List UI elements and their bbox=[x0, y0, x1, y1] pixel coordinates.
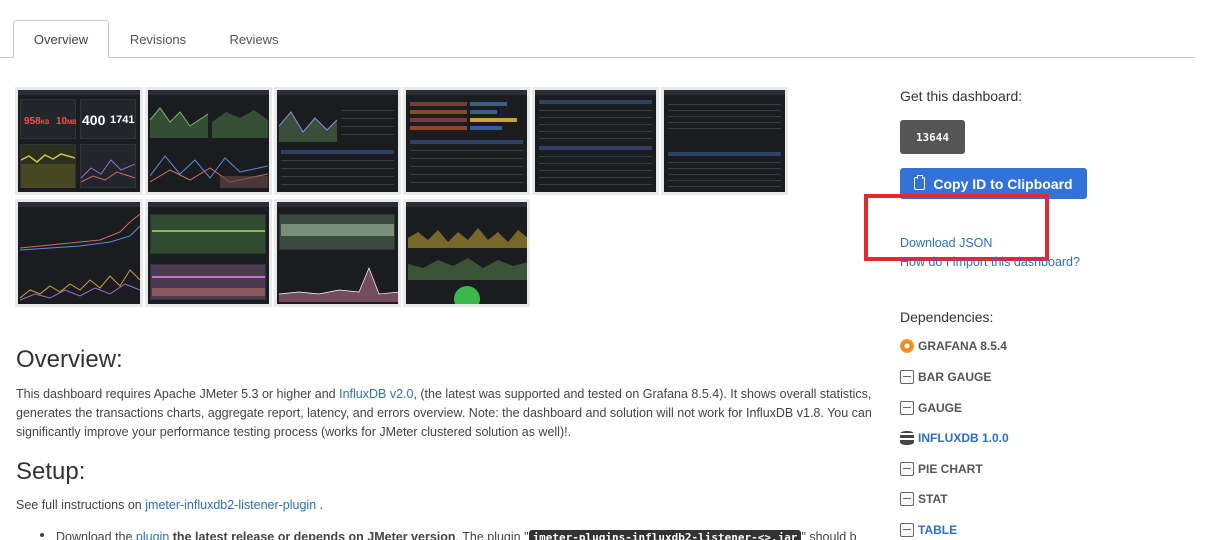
setup-text: . bbox=[316, 498, 324, 512]
setup-step-text: Download the bbox=[56, 530, 136, 540]
tab-reviews[interactable]: Reviews bbox=[210, 20, 298, 58]
chart-preview bbox=[212, 110, 268, 138]
plugin-link[interactable]: plugin bbox=[136, 530, 169, 540]
screenshot-thumbnail-6[interactable] bbox=[661, 87, 788, 195]
screenshot-thumbnail-5[interactable] bbox=[532, 87, 659, 195]
dependency-label: STAT bbox=[918, 492, 948, 506]
dependency-label: GAUGE bbox=[918, 401, 963, 415]
dependency-influxdb[interactable]: INFLUXDB 1.0.0 bbox=[900, 430, 1009, 446]
setup-step-text: . The plugin " bbox=[455, 530, 529, 540]
grafana-icon bbox=[900, 339, 914, 353]
stat-value: 958 bbox=[24, 116, 41, 127]
stat-value: 400 bbox=[82, 112, 106, 128]
screenshot-thumbnail-9[interactable] bbox=[274, 199, 401, 307]
screenshot-thumbnail-3[interactable] bbox=[274, 87, 401, 195]
chart-preview bbox=[279, 267, 398, 302]
chart-preview bbox=[408, 258, 527, 280]
chart-preview bbox=[81, 159, 135, 183]
screenshot-thumbnail-2[interactable] bbox=[145, 87, 272, 195]
setup-step: Download the plugin the latest release o… bbox=[56, 528, 856, 540]
screenshot-thumbnail-8[interactable] bbox=[145, 199, 272, 307]
dependency-grafana: GRAFANA 8.5.4 bbox=[900, 338, 1007, 354]
dependency-pie-chart: PIE CHART bbox=[900, 461, 983, 477]
dependency-gauge: GAUGE bbox=[900, 400, 962, 416]
dependency-label[interactable]: TABLE bbox=[918, 523, 957, 537]
setup-step-text: " should be bbox=[801, 530, 856, 540]
chart-preview bbox=[150, 107, 208, 138]
overview-description: This dashboard requires Apache JMeter 5.… bbox=[16, 385, 881, 442]
how-import-link[interactable]: How do I import this dashboard? bbox=[900, 255, 1080, 269]
panel-icon bbox=[900, 370, 914, 384]
overview-heading: Overview: bbox=[16, 346, 123, 373]
dependency-bar-gauge: BAR GAUGE bbox=[900, 369, 991, 385]
screenshot-thumbnail-10[interactable] bbox=[403, 199, 530, 307]
chart-preview bbox=[20, 213, 140, 251]
panel-icon bbox=[900, 401, 914, 415]
setup-step-bold: the latest release or depends on JMeter … bbox=[169, 530, 456, 540]
download-json-link[interactable]: Download JSON bbox=[900, 236, 992, 250]
stat-unit: KB bbox=[40, 120, 50, 126]
stat-unit: MB bbox=[67, 120, 77, 126]
dependency-stat: STAT bbox=[900, 491, 948, 507]
setup-heading: Setup: bbox=[16, 458, 86, 485]
panel-icon bbox=[900, 523, 914, 537]
chart-preview bbox=[21, 153, 75, 188]
screenshot-thumbnail-1[interactable]: 958KB 10MB 400 1741 bbox=[15, 87, 143, 195]
dependencies-label: Dependencies: bbox=[900, 309, 994, 325]
dependency-label[interactable]: INFLUXDB 1.0.0 bbox=[918, 431, 1009, 445]
copy-id-label: Copy ID to Clipboard bbox=[933, 175, 1073, 192]
dependency-table[interactable]: TABLE bbox=[900, 522, 957, 538]
screenshot-thumbnail-4[interactable] bbox=[403, 87, 530, 195]
tab-overview[interactable]: Overview bbox=[13, 20, 109, 58]
chart-preview bbox=[279, 111, 337, 142]
tab-revisions[interactable]: Revisions bbox=[112, 20, 204, 58]
chart-preview bbox=[408, 228, 527, 248]
panel-icon bbox=[900, 462, 914, 476]
get-dashboard-label: Get this dashboard: bbox=[900, 88, 1023, 104]
plugin-jar-code: jmeter-plugins-influxdb2-listener-<>.jar bbox=[528, 530, 802, 540]
clipboard-icon bbox=[914, 175, 926, 190]
dependency-label: GRAFANA 8.5.4 bbox=[918, 339, 1007, 353]
screenshot-thumbnail-7[interactable] bbox=[15, 199, 143, 307]
setup-description: See full instructions on jmeter-influxdb… bbox=[16, 496, 323, 515]
database-icon bbox=[900, 431, 914, 445]
panel-icon bbox=[900, 492, 914, 506]
chart-preview bbox=[20, 269, 140, 301]
highlight-box bbox=[864, 194, 1049, 261]
stat-value: 10 bbox=[56, 116, 68, 127]
dependency-label: BAR GAUGE bbox=[918, 370, 992, 384]
chart-preview bbox=[150, 155, 268, 188]
setup-text: See full instructions on bbox=[16, 498, 146, 512]
stat-value: 1741 bbox=[110, 114, 135, 126]
plugin-instructions-link[interactable]: jmeter-influxdb2-listener-plugin bbox=[145, 498, 316, 512]
tab-bar: Overview Revisions Reviews bbox=[0, 0, 1195, 58]
influxdb-link[interactable]: InfluxDB v2.0 bbox=[339, 387, 413, 401]
dependency-label: PIE CHART bbox=[918, 462, 983, 476]
overview-text: This dashboard requires Apache JMeter 5.… bbox=[16, 387, 340, 401]
dashboard-id[interactable]: 13644 bbox=[900, 120, 965, 154]
list-bullet bbox=[40, 533, 44, 537]
